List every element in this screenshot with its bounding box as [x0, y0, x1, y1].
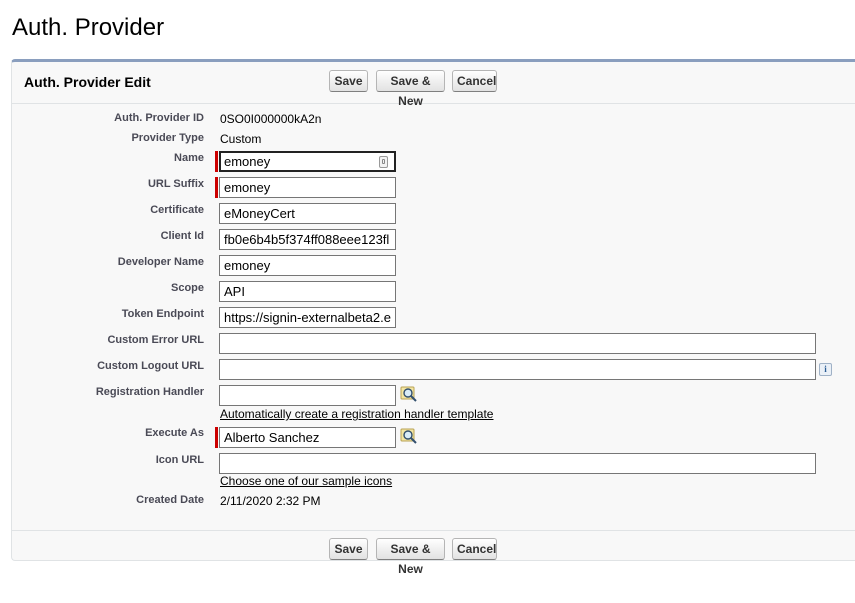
client-id-label: Client Id — [160, 230, 204, 242]
certificate-label: Certificate — [150, 204, 204, 216]
cancel-button[interactable]: Cancel — [452, 538, 497, 560]
name-input-value: emoney — [224, 154, 271, 169]
custom-error-url-input[interactable] — [219, 333, 816, 354]
edit-panel: Auth. Provider Edit Save Save & New Canc… — [11, 59, 855, 576]
token-endpoint-label: Token Endpoint — [121, 308, 204, 320]
name-label: Name — [174, 152, 204, 164]
required-indicator — [215, 177, 218, 198]
required-indicator — [215, 151, 218, 172]
custom-logout-url-label: Custom Logout URL — [97, 360, 204, 372]
registration-handler-input[interactable] — [219, 385, 396, 406]
certificate-input[interactable]: eMoneyCert — [219, 203, 396, 224]
execute-as-label: Execute As — [145, 427, 204, 439]
cancel-button[interactable]: Cancel — [452, 70, 497, 92]
url-suffix-input[interactable]: emoney — [219, 177, 396, 198]
name-input[interactable]: emoney — [219, 151, 396, 172]
panel-header: Auth. Provider Edit Save Save & New Canc… — [12, 62, 855, 108]
panel-title: Auth. Provider Edit — [24, 74, 151, 90]
info-icon[interactable]: i — [819, 363, 832, 376]
url-suffix-label: URL Suffix — [147, 178, 204, 190]
save-button[interactable]: Save — [329, 70, 368, 92]
icon-url-label: Icon URL — [155, 454, 204, 466]
created-date-value: 2/11/2020 2:32 PM — [220, 494, 321, 508]
created-date-label: Created Date — [136, 494, 204, 506]
auth-provider-id-value: 0SO0I000000kA2n — [220, 112, 322, 126]
lookup-magnifier-icon[interactable] — [400, 386, 418, 404]
lookup-magnifier-icon[interactable] — [400, 428, 418, 446]
custom-error-url-label: Custom Error URL — [107, 334, 204, 346]
save-button[interactable]: Save — [329, 538, 368, 560]
custom-logout-url-input[interactable] — [219, 359, 816, 380]
icon-url-input[interactable] — [219, 453, 816, 474]
developer-name-input[interactable]: emoney — [219, 255, 396, 276]
footer-divider — [12, 530, 855, 531]
scope-label: Scope — [170, 282, 204, 294]
provider-type-label: Provider Type — [131, 132, 204, 144]
sample-icons-link[interactable]: Choose one of our sample icons — [220, 474, 392, 488]
auth-provider-id-label: Auth. Provider ID — [114, 112, 204, 124]
scope-input[interactable]: API — [219, 281, 396, 302]
registration-handler-label: Registration Handler — [95, 386, 204, 398]
execute-as-input[interactable]: Alberto Sanchez — [219, 427, 396, 448]
required-indicator — [215, 427, 218, 448]
provider-type-value: Custom — [220, 132, 262, 146]
save-new-button[interactable]: Save & New — [376, 538, 445, 576]
create-registration-handler-link[interactable]: Automatically create a registration hand… — [220, 407, 493, 421]
developer-name-label: Developer Name — [117, 256, 204, 268]
save-new-button[interactable]: Save & New — [376, 70, 445, 108]
token-endpoint-input[interactable]: https://signin-externalbeta2.e — [219, 307, 396, 328]
autofill-key-icon[interactable] — [379, 156, 388, 168]
client-id-input[interactable]: fb0e6b4b5f374ff088eee123fl — [219, 229, 396, 250]
page-title: Auth. Provider — [12, 14, 165, 41]
